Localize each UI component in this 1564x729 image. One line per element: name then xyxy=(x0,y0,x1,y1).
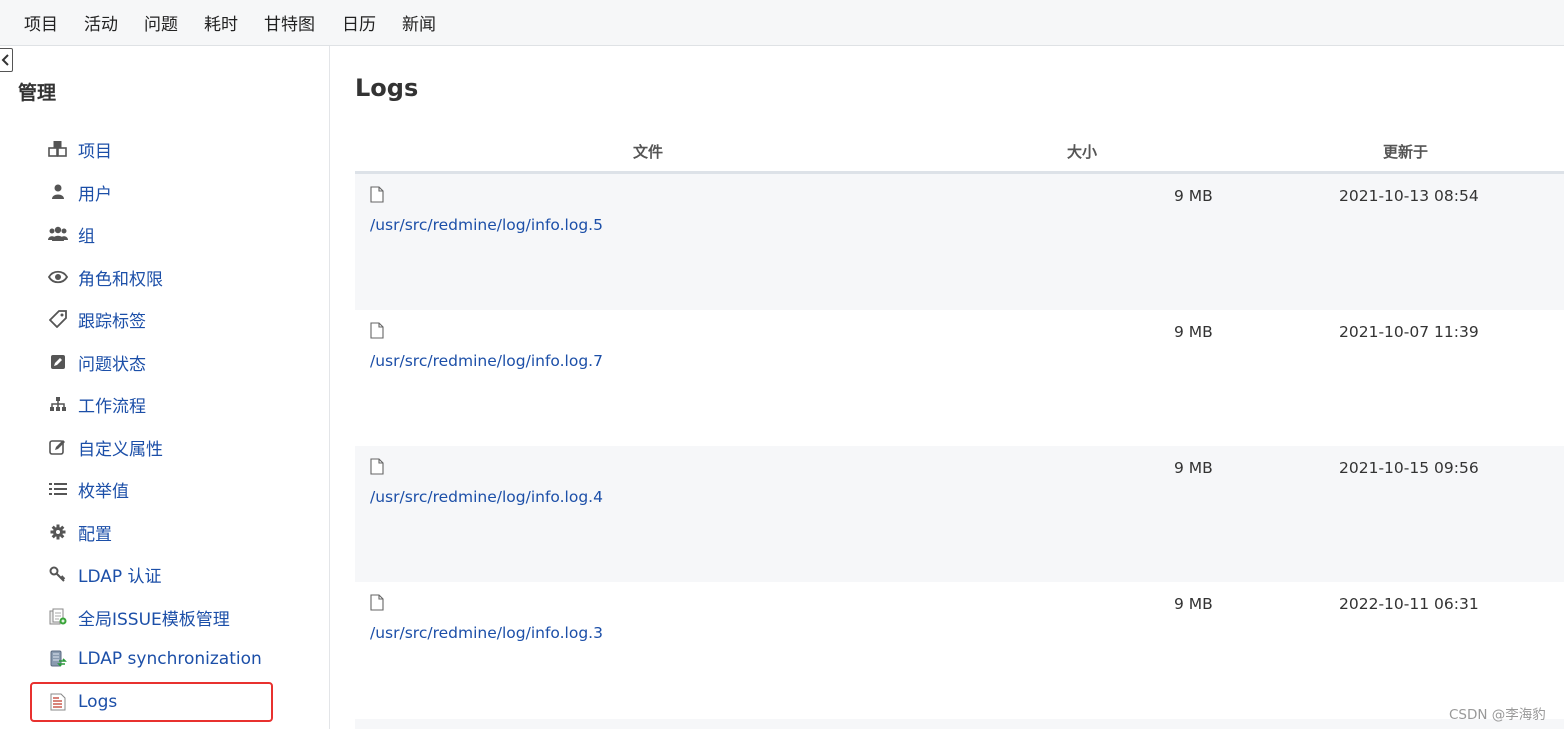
page-title: Logs xyxy=(355,74,419,102)
table-row: /usr/src/redmine/log/info.log.3 9 MB 202… xyxy=(355,582,1564,718)
file-updated-time: 2021-10-13 08:54 xyxy=(1339,187,1479,205)
sidebar-item-label: 工作流程 xyxy=(78,396,146,417)
file-updated-time: 2021-10-15 09:56 xyxy=(1339,459,1479,477)
workflow-tree-icon xyxy=(48,394,68,414)
sidebar-item-roles[interactable]: 角色和权限 xyxy=(48,264,163,290)
nav-calendar[interactable]: 日历 xyxy=(342,10,376,35)
sidebar-item-label: 用户 xyxy=(78,184,112,205)
sidebar-item-label: 自定义属性 xyxy=(78,439,163,460)
group-icon xyxy=(48,224,68,244)
table-row: /usr/src/redmine/log/info.log.4 9 MB 202… xyxy=(355,446,1564,582)
file-icon xyxy=(370,594,384,611)
top-nav-bar: 项目 活动 问题 耗时 甘特图 日历 新闻 xyxy=(0,0,1564,46)
admin-sidebar: 管理 项目 用户 组 角色和权限 跟踪标签 问题状态 工作流程 自定义属性 枚举… xyxy=(0,46,330,729)
table-row: /usr/src/redmine/log/info.log.5 9 MB 202… xyxy=(355,174,1564,310)
file-icon xyxy=(370,458,384,475)
sidebar-item-settings[interactable]: 配置 xyxy=(48,519,112,545)
key-icon xyxy=(48,564,68,584)
table-header: 文件 大小 更新于 xyxy=(355,130,1564,174)
projects-icon xyxy=(48,139,68,159)
sidebar-item-issue-statuses[interactable]: 问题状态 xyxy=(48,349,146,375)
edit-square-icon xyxy=(48,352,68,372)
main-content: Logs 文件 大小 更新于 /usr/src/redmine/log/info… xyxy=(331,46,1564,729)
sidebar-item-custom-fields[interactable]: 自定义属性 xyxy=(48,434,163,460)
sidebar-item-groups[interactable]: 组 xyxy=(48,221,95,247)
nav-spent-time[interactable]: 耗时 xyxy=(204,10,238,35)
gear-icon xyxy=(48,522,68,542)
sidebar-item-label: 跟踪标签 xyxy=(78,311,146,332)
template-icon xyxy=(48,607,68,627)
sidebar-item-workflow[interactable]: 工作流程 xyxy=(48,391,146,417)
active-item-highlight xyxy=(30,682,273,722)
nav-news[interactable]: 新闻 xyxy=(402,10,436,35)
file-icon xyxy=(370,186,384,203)
sidebar-item-label: 全局ISSUE模板管理 xyxy=(78,609,230,630)
sidebar-item-label: LDAP synchronization xyxy=(78,649,262,669)
file-size: 9 MB xyxy=(1174,459,1213,477)
sidebar-collapse-button[interactable] xyxy=(0,48,13,72)
sidebar-item-issue-templates[interactable]: 全局ISSUE模板管理 xyxy=(48,604,230,630)
sidebar-item-trackers[interactable]: 跟踪标签 xyxy=(48,306,146,332)
nav-activity[interactable]: 活动 xyxy=(84,10,118,35)
sidebar-item-label: 问题状态 xyxy=(78,354,146,375)
nav-issues[interactable]: 问题 xyxy=(144,10,178,35)
tag-icon xyxy=(48,309,68,329)
sidebar-item-enumerations[interactable]: 枚举值 xyxy=(48,476,129,502)
sidebar-item-label: 配置 xyxy=(78,524,112,545)
file-updated-time: 2022-10-11 06:31 xyxy=(1339,595,1479,613)
sidebar-item-label: 组 xyxy=(78,226,95,247)
sidebar-item-users[interactable]: 用户 xyxy=(48,179,112,205)
file-icon xyxy=(370,322,384,339)
log-file-link[interactable]: /usr/src/redmine/log/info.log.3 xyxy=(370,624,603,642)
sidebar-title: 管理 xyxy=(18,82,57,104)
table-row-partial xyxy=(355,719,1564,729)
file-size: 9 MB xyxy=(1174,323,1213,341)
list-icon xyxy=(48,479,68,499)
eye-icon xyxy=(48,267,68,287)
sidebar-item-label: 枚举值 xyxy=(78,481,129,502)
column-header-size[interactable]: 大小 xyxy=(1067,141,1097,162)
column-header-file[interactable]: 文件 xyxy=(633,141,663,162)
sidebar-item-label: 项目 xyxy=(78,141,112,162)
column-header-updated[interactable]: 更新于 xyxy=(1383,141,1428,162)
file-size: 9 MB xyxy=(1174,595,1213,613)
log-file-link[interactable]: /usr/src/redmine/log/info.log.7 xyxy=(370,352,603,370)
chevron-left-icon xyxy=(1,54,9,66)
user-icon xyxy=(48,182,68,202)
table-row: /usr/src/redmine/log/info.log.7 9 MB 202… xyxy=(355,310,1564,446)
sidebar-item-label: LDAP 认证 xyxy=(78,566,162,587)
log-file-link[interactable]: /usr/src/redmine/log/info.log.5 xyxy=(370,216,603,234)
sidebar-item-ldap-auth[interactable]: LDAP 认证 xyxy=(48,561,162,587)
pencil-square-icon xyxy=(48,437,68,457)
nav-projects[interactable]: 项目 xyxy=(24,10,58,35)
sidebar-item-ldap-sync[interactable]: LDAP synchronization xyxy=(48,646,262,672)
nav-gantt[interactable]: 甘特图 xyxy=(264,10,315,35)
server-sync-icon xyxy=(48,649,68,669)
sidebar-item-label: 角色和权限 xyxy=(78,269,163,290)
sidebar-item-projects[interactable]: 项目 xyxy=(48,136,112,162)
file-size: 9 MB xyxy=(1174,187,1213,205)
watermark-text: CSDN @李海豹 xyxy=(1449,707,1546,723)
file-updated-time: 2021-10-07 11:39 xyxy=(1339,323,1479,341)
log-file-link[interactable]: /usr/src/redmine/log/info.log.4 xyxy=(370,488,603,506)
